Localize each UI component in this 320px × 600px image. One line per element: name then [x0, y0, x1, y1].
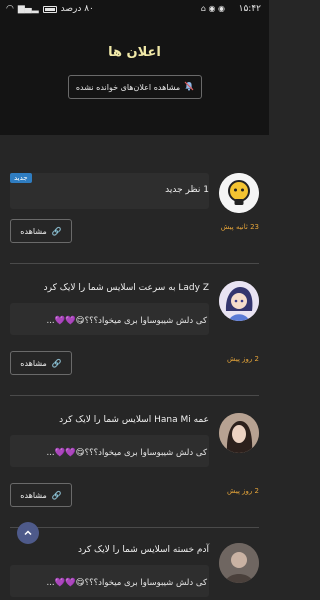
notification-list: 1 نظر جدید جدید 23 ثانیه پیش 🔗 مشاهده La… [0, 135, 269, 600]
view-button-label: مشاهده [20, 358, 47, 368]
divider [10, 527, 259, 528]
notification-snippet: کی دلش شیبوساوا بری میخواد؟؟؟😋💜💜... [46, 448, 208, 458]
view-button[interactable]: 🔗 مشاهده [10, 351, 72, 375]
notification-item[interactable]: 1 نظر جدید جدید 23 ثانیه پیش 🔗 مشاهده [10, 173, 259, 245]
link-icon: 🔗 [51, 490, 62, 500]
notification-avatar [219, 413, 259, 453]
status-bar: ۱۵:۴۲ ⌂ ◉ ◉ ۸۰ درصد ▂▄▆ ◠ [0, 0, 269, 20]
notification-time: 2 روز پیش [226, 355, 259, 363]
lightbulb-logo [219, 173, 259, 213]
link-icon: 🔗 [51, 358, 62, 368]
signal-icon: ▂▄▆ [17, 4, 39, 14]
battery-icon [42, 5, 57, 13]
view-button[interactable]: 🔗 مشاهده [10, 219, 72, 243]
notification-avatar [219, 173, 259, 213]
notification-title: Lady Z به سرعت اسلایس شما را لایک کرد [43, 283, 209, 293]
notification-time: 23 ثانیه پیش [220, 223, 259, 231]
girl-photo-avatar [219, 413, 259, 453]
notification-avatar [219, 281, 259, 321]
photo-avatar [219, 543, 259, 583]
notification-snippet: کی دلش شیبوساوا بری میخواد؟؟؟😋💜💜... [46, 578, 208, 588]
notification-item[interactable]: عمه Hana Mi اسلایس شما را لایک کرد کی دل… [10, 413, 259, 513]
clock: ۱۵:۴۲ [238, 4, 261, 14]
divider [10, 263, 259, 264]
view-unread-label: مشاهده اعلان‌های خوانده نشده [75, 82, 181, 92]
notification-snippet: کی دلش شیبوساوا بری میخواد؟؟؟😋💜💜... [46, 316, 208, 326]
view-unread-button[interactable]: مشاهده اعلان‌های خوانده نشده [68, 75, 202, 99]
scroll-to-top-button[interactable] [17, 522, 39, 544]
page-title: اعلان ها [108, 45, 161, 60]
notification-avatar [219, 543, 259, 583]
divider [10, 395, 259, 396]
anime-girl-avatar [219, 281, 259, 321]
notification-time: 2 روز پیش [226, 487, 259, 495]
notification-item[interactable]: آدم خسته اسلایس شما را لایک کرد کی دلش ش… [10, 543, 259, 600]
status-icons: ۸۰ درصد ▂▄▆ ◠ [6, 4, 94, 14]
link-icon: 🔗 [51, 226, 62, 236]
new-badge: جدید [10, 173, 32, 183]
notification-icons: ⌂ ◉ ◉ [200, 4, 225, 13]
view-button-label: مشاهده [20, 226, 47, 236]
bell-off-icon [184, 81, 194, 93]
view-button[interactable]: 🔗 مشاهده [10, 483, 72, 507]
page-header: اعلان ها مشاهده اعلان‌های خوانده نشده [0, 20, 269, 135]
notification-item[interactable]: Lady Z به سرعت اسلایس شما را لایک کرد کی… [10, 281, 259, 381]
view-button-label: مشاهده [20, 490, 47, 500]
battery-percent: ۸۰ درصد [60, 4, 94, 14]
notification-title: 1 نظر جدید [165, 185, 209, 195]
notification-title: عمه Hana Mi اسلایس شما را لایک کرد [59, 415, 209, 425]
wifi-icon: ◠ [6, 4, 14, 14]
chevron-up-icon [24, 530, 32, 536]
notification-title: آدم خسته اسلایس شما را لایک کرد [77, 545, 209, 555]
